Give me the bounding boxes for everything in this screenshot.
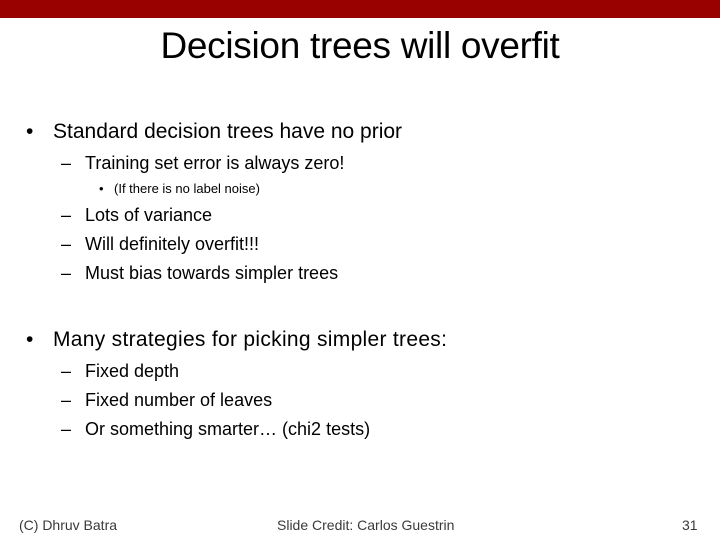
dash-icon: – (61, 153, 72, 173)
sub-sub-bullet-text: (If there is no label noise) (114, 181, 260, 196)
bullet-text: Many strategies for picking simpler tree… (53, 328, 448, 351)
footer-author: (C) Dhruv Batra (19, 517, 118, 533)
dash-icon: – (61, 390, 72, 410)
dash-icon: – (61, 234, 72, 254)
slide-title: Decision trees will overfit (160, 25, 560, 66)
sub-bullet-text: Must bias towards simpler trees (85, 263, 339, 283)
sub-bullet-text: Training set error is always zero! (85, 153, 345, 173)
footer-credit: Slide Credit: Carlos Guestrin (277, 517, 455, 533)
dash-icon: – (61, 361, 72, 381)
dash-icon: – (61, 205, 72, 225)
sub-bullet-text: Or something smarter… (chi2 tests) (85, 419, 371, 439)
header-accent-bar (0, 0, 720, 18)
bullet-icon: • (26, 328, 34, 351)
dash-icon: – (61, 263, 72, 283)
sub-bullet-text: Will definitely overfit!!! (85, 234, 260, 254)
sub-bullet-text: Fixed depth (85, 361, 180, 381)
bullet-icon: • (99, 181, 104, 196)
bullet-icon: • (26, 120, 34, 143)
bullet-text: Standard decision trees have no prior (53, 120, 403, 143)
page-number: 31 (682, 517, 698, 533)
sub-bullet-text: Lots of variance (85, 205, 213, 225)
sub-bullet-text: Fixed number of leaves (85, 390, 273, 410)
dash-icon: – (61, 419, 72, 439)
